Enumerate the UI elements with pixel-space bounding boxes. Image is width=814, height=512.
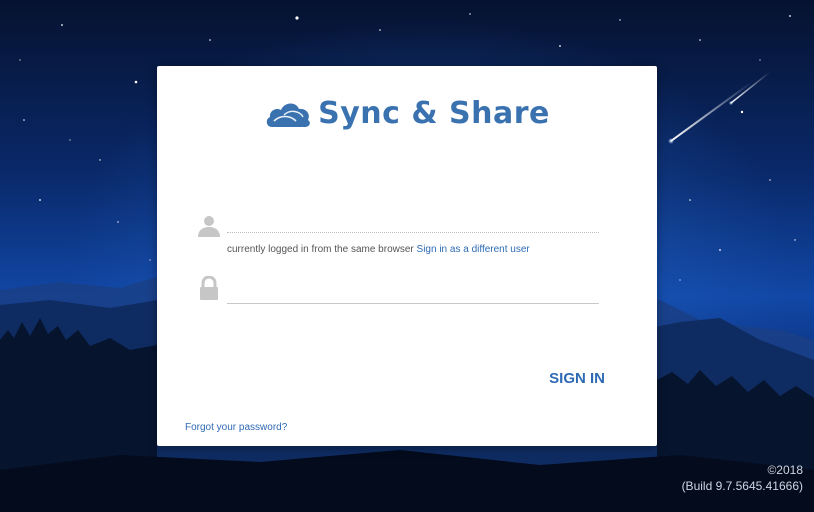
user-icon xyxy=(198,216,220,237)
shooting-stars xyxy=(668,71,771,144)
login-card: Sync & Share currently logged in from th… xyxy=(157,66,657,446)
brand-header: Sync & Share xyxy=(157,96,657,131)
cloud-icon xyxy=(266,102,311,127)
password-input[interactable] xyxy=(227,277,599,304)
copyright-text: ©2018 xyxy=(767,463,803,477)
session-note-text: currently logged in from the same browse… xyxy=(227,244,414,255)
lock-icon xyxy=(200,276,218,300)
sign-in-button[interactable]: SIGN IN xyxy=(535,365,605,391)
session-note: currently logged in from the same browse… xyxy=(227,244,530,255)
username-input[interactable] xyxy=(227,206,599,233)
brand-name: Sync & Share xyxy=(318,96,550,131)
forgot-password-link[interactable]: Forgot your password? xyxy=(185,422,287,433)
footer: ©2018 (Build 9.7.5645.41666) xyxy=(682,462,803,494)
switch-user-link[interactable]: Sign in as a different user xyxy=(417,244,530,255)
build-version: (Build 9.7.5645.41666) xyxy=(681,479,803,493)
